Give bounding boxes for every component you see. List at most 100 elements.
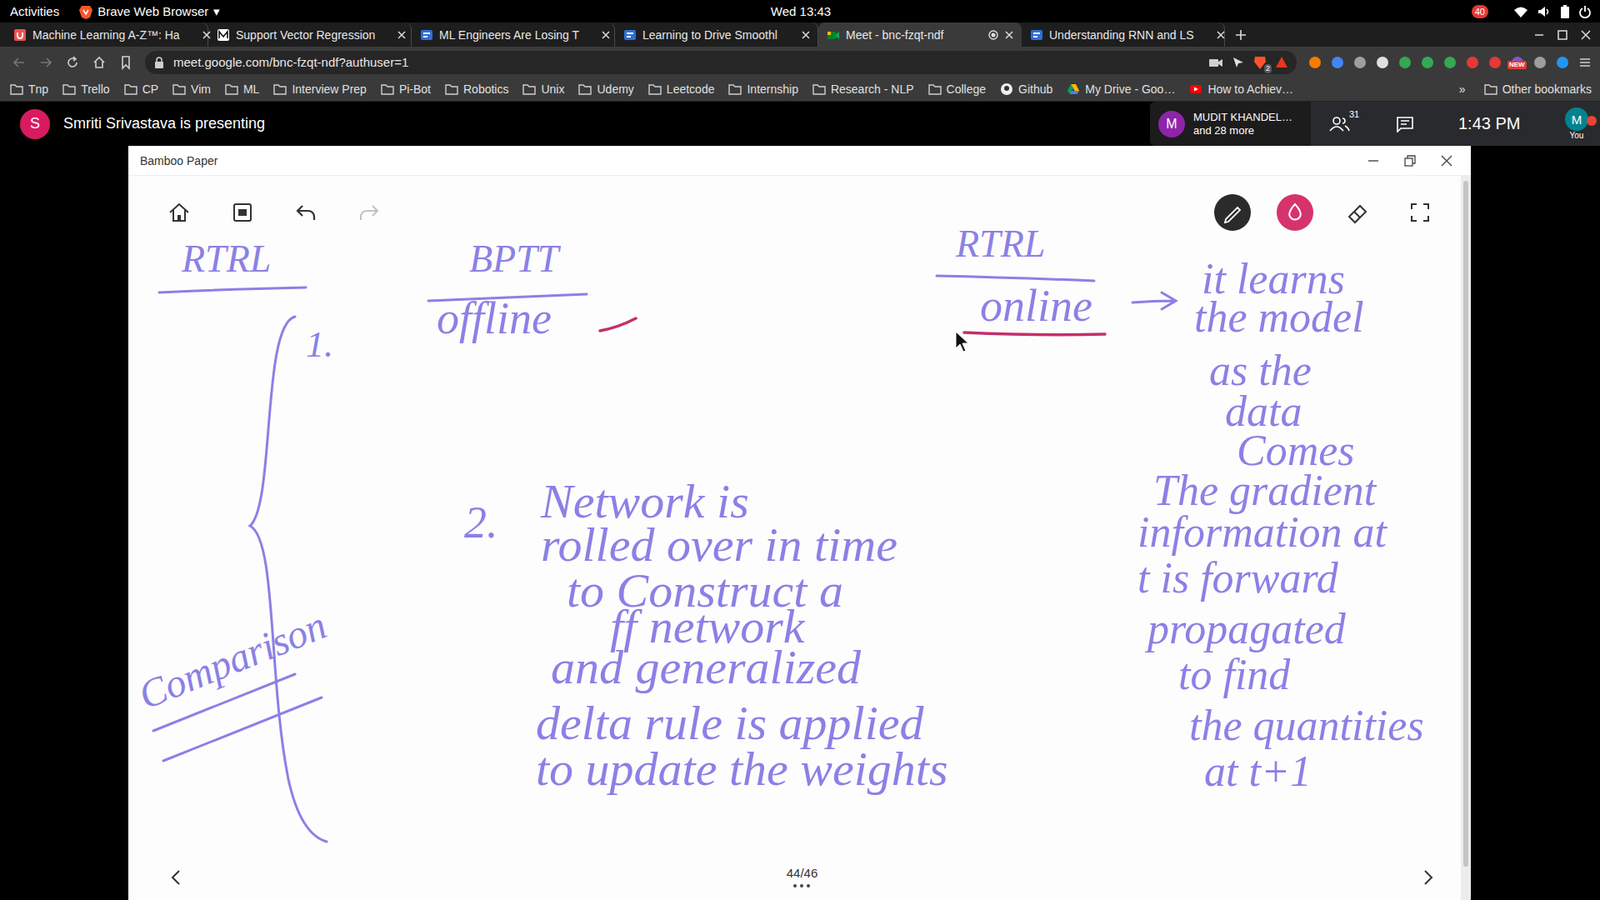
ink-text: 1. — [305, 326, 334, 364]
home-icon[interactable] — [91, 55, 107, 70]
home-icon[interactable] — [165, 199, 193, 226]
bookmark-label: Unix — [540, 82, 565, 96]
extension-button[interactable] — [1398, 55, 1412, 70]
ink-text: delta rule is applied — [535, 699, 925, 748]
restore-icon[interactable] — [1404, 155, 1416, 167]
page-navigation: 44/46 — [128, 865, 1471, 900]
redo-icon[interactable] — [355, 199, 383, 226]
favicon-icon — [623, 28, 637, 42]
more-icon[interactable] — [791, 883, 812, 889]
bookmark[interactable]: Unix — [522, 82, 565, 96]
bookmark[interactable]: Github — [1000, 82, 1053, 96]
bookmark[interactable]: College — [928, 82, 986, 96]
pen-icon[interactable] — [1214, 194, 1251, 231]
extension-button[interactable] — [1533, 55, 1547, 70]
close-tab-icon[interactable] — [1004, 30, 1015, 40]
participant-card[interactable]: MMUDIT KHANDEL…and 28 more — [1150, 101, 1311, 146]
ink-text: to update the weights — [535, 745, 949, 794]
app-menu[interactable]: Brave Web Browser▾ — [79, 4, 220, 20]
lock-icon — [153, 55, 165, 70]
browser-tab[interactable]: Meet - bnc-fzqt-ndf — [818, 22, 1022, 47]
ink-text: RTRL — [181, 240, 271, 279]
media-indicator-icon — [988, 30, 999, 40]
undo-icon[interactable] — [292, 199, 320, 226]
extension-button[interactable]: NEW — [1510, 55, 1525, 70]
ink-text: the model — [1194, 295, 1365, 340]
plus-icon — [1235, 29, 1247, 41]
extension-button[interactable] — [1353, 55, 1367, 70]
extension-button[interactable] — [1308, 55, 1322, 70]
bookmark-icon[interactable] — [118, 55, 134, 70]
browser-tab[interactable]: Support Vector Regression — [208, 22, 412, 47]
bookmark-label: My Drive - Goo… — [1085, 82, 1175, 96]
crop-icon[interactable] — [1401, 194, 1439, 231]
extension-button[interactable] — [1555, 55, 1570, 70]
eraser-icon[interactable] — [1339, 194, 1376, 231]
more-bookmarks-button[interactable]: » — [1459, 82, 1466, 96]
next-page-icon[interactable] — [1419, 868, 1438, 887]
new-tab-button[interactable] — [1225, 22, 1257, 47]
bookmark[interactable]: Trello — [62, 82, 110, 96]
browser-tab[interactable]: Machine Learning A-Z™: Ha — [5, 22, 209, 47]
image-icon[interactable] — [229, 199, 256, 226]
minimize-icon[interactable] — [1367, 155, 1380, 167]
tab-title: Learning to Drive Smoothl — [642, 28, 780, 42]
browser-tab[interactable]: Understanding RNN and LS — [1021, 22, 1225, 47]
other-bookmarks[interactable]: Other bookmarks — [1484, 82, 1592, 96]
close-tab-icon[interactable] — [396, 30, 407, 40]
forward-icon[interactable] — [38, 55, 54, 70]
ink-color-icon[interactable] — [1276, 194, 1314, 231]
self-view[interactable]: MYou — [1565, 107, 1589, 140]
close-icon[interactable] — [1440, 155, 1453, 167]
bookmark[interactable]: CP — [124, 82, 159, 96]
bookmark[interactable]: Interview Prep — [273, 82, 366, 96]
participant-avatar: M — [1158, 110, 1185, 138]
bookmark[interactable]: Research - NLP — [812, 82, 915, 96]
location-icon[interactable] — [1231, 55, 1245, 70]
extension-button[interactable] — [1443, 55, 1457, 70]
address-bar[interactable]: meet.google.com/bnc-fzqt-ndf?authuser=12 — [145, 50, 1297, 75]
extension-button[interactable] — [1488, 55, 1502, 70]
menu-icon[interactable] — [1578, 55, 1592, 70]
bookmark[interactable]: Vim — [172, 82, 211, 96]
bookmark[interactable]: Tnp — [10, 82, 49, 96]
extension-button[interactable] — [1330, 55, 1345, 70]
ink-text: as the — [1209, 349, 1312, 393]
rewards-icon[interactable] — [1275, 55, 1289, 70]
back-icon[interactable] — [11, 55, 27, 70]
extension-button[interactable] — [1375, 55, 1390, 70]
extension-button[interactable] — [1420, 55, 1435, 70]
scrollbar[interactable] — [1460, 175, 1471, 900]
bookmark[interactable]: Leetcode — [648, 82, 715, 96]
close-tab-icon[interactable] — [600, 30, 611, 40]
close-tab-icon[interactable] — [1215, 30, 1226, 40]
browser-tab[interactable]: Learning to Drive Smoothl — [615, 22, 819, 47]
brave-shield[interactable]: 2 — [1253, 55, 1267, 70]
minimize-icon[interactable] — [1533, 29, 1545, 41]
bookmark[interactable]: ML — [225, 82, 260, 96]
bookmark[interactable]: Internship — [728, 82, 798, 96]
ink-text: Network is — [540, 477, 750, 526]
bookmark[interactable]: Robotics — [445, 82, 509, 96]
scrollbar-thumb[interactable] — [1463, 180, 1469, 867]
close-tab-icon[interactable] — [201, 30, 212, 40]
bookmark[interactable]: My Drive - Goo… — [1066, 82, 1175, 96]
bookmark[interactable]: Pi-Bot — [380, 82, 431, 96]
activities-button[interactable]: Activities — [10, 4, 60, 19]
people-button[interactable]: 31 — [1329, 115, 1351, 133]
previous-page-icon[interactable] — [166, 868, 185, 887]
maximize-icon[interactable] — [1556, 29, 1569, 41]
bookmark[interactable]: Udemy — [578, 82, 634, 96]
bookmark[interactable]: How to Achiev… — [1189, 82, 1294, 96]
reload-icon[interactable] — [65, 55, 80, 70]
ink-text: information at — [1137, 510, 1387, 555]
close-tab-icon[interactable] — [800, 30, 811, 40]
people-icon — [1329, 115, 1351, 133]
clock[interactable]: Wed 13:43 — [770, 4, 831, 19]
camera-icon[interactable] — [1208, 56, 1224, 69]
browser-tab[interactable]: ML Engineers Are Losing T — [411, 22, 615, 47]
extension-button[interactable] — [1465, 55, 1480, 70]
chat-icon[interactable] — [1395, 115, 1415, 133]
close-window-icon[interactable] — [1580, 29, 1592, 41]
status-area[interactable]: 40 — [830, 4, 1592, 20]
